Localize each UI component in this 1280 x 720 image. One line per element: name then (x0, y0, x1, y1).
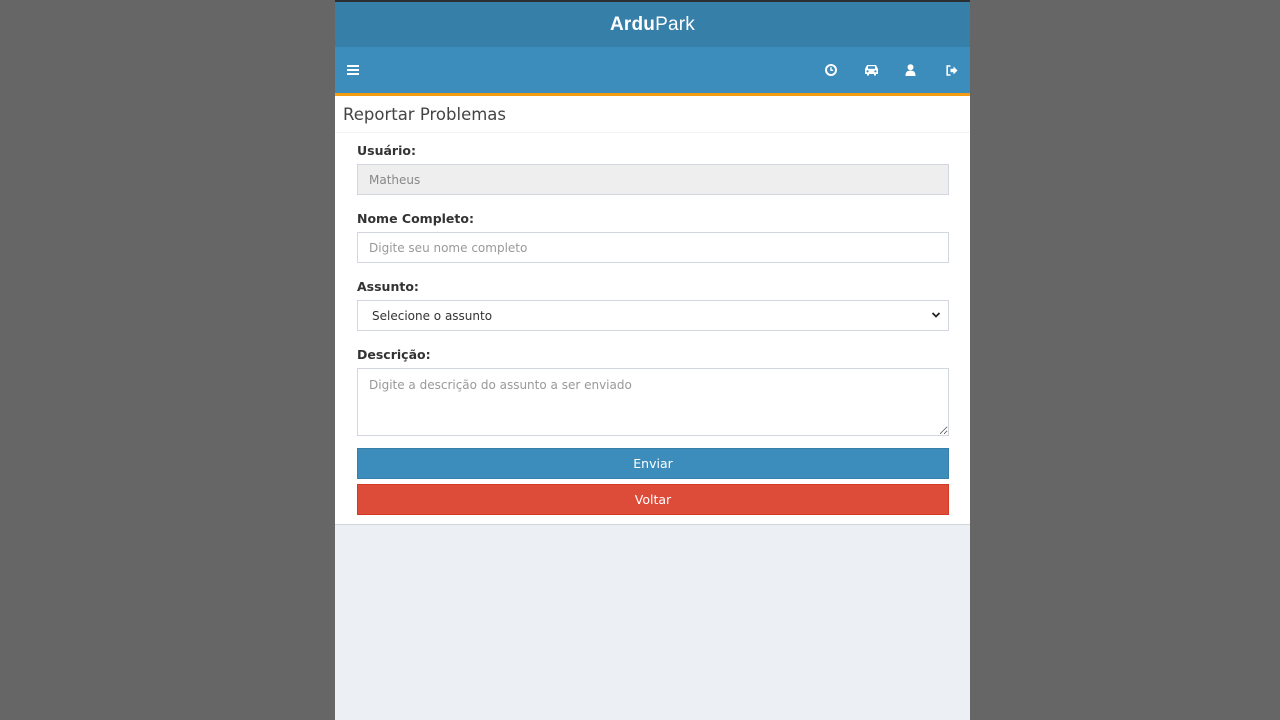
menu-toggle-button[interactable] (335, 47, 371, 93)
assunto-select[interactable]: Selecione o assunto (357, 300, 949, 331)
assunto-select-wrapper: Selecione o assunto (357, 300, 949, 331)
brand-light-text: Park (655, 13, 695, 35)
descricao-group: Descrição: (357, 345, 949, 436)
user-icon (905, 64, 915, 76)
car-icon (864, 65, 878, 76)
report-form-box: Reportar Problemas Usuário: Nome Complet… (335, 96, 970, 525)
usuario-label: Usuário: (357, 143, 416, 158)
logout-icon (946, 64, 958, 76)
usuario-group: Usuário: (357, 141, 949, 195)
brand-header: ArduPark (335, 2, 970, 47)
form-body: Usuário: Nome Completo: Assunto: Selecio… (335, 133, 970, 524)
assunto-label: Assunto: (357, 279, 419, 294)
nome-label: Nome Completo: (357, 211, 474, 226)
app-logo[interactable]: ArduPark (610, 14, 695, 36)
back-button[interactable]: Voltar (357, 484, 949, 515)
clock-icon (825, 64, 837, 76)
logout-button[interactable] (934, 47, 970, 93)
brand-bold-text: Ardu (609, 13, 656, 35)
app-window: ArduPark Reportar Problemas Usuário: Mat… (335, 0, 970, 720)
descricao-textarea[interactable] (357, 368, 949, 436)
assunto-group: Assunto: Selecione o assunto (357, 277, 949, 331)
submit-button[interactable]: Enviar (357, 448, 949, 479)
descricao-label: Descrição: (357, 347, 431, 362)
vehicles-button[interactable] (853, 47, 889, 93)
history-button[interactable] (813, 47, 849, 93)
menu-icon (347, 65, 359, 75)
usuario-field (357, 164, 949, 195)
navbar (335, 47, 970, 96)
nome-group: Nome Completo: (357, 209, 949, 263)
profile-button[interactable] (892, 47, 928, 93)
nome-completo-input[interactable] (357, 232, 949, 263)
page-title: Reportar Problemas (335, 96, 970, 133)
